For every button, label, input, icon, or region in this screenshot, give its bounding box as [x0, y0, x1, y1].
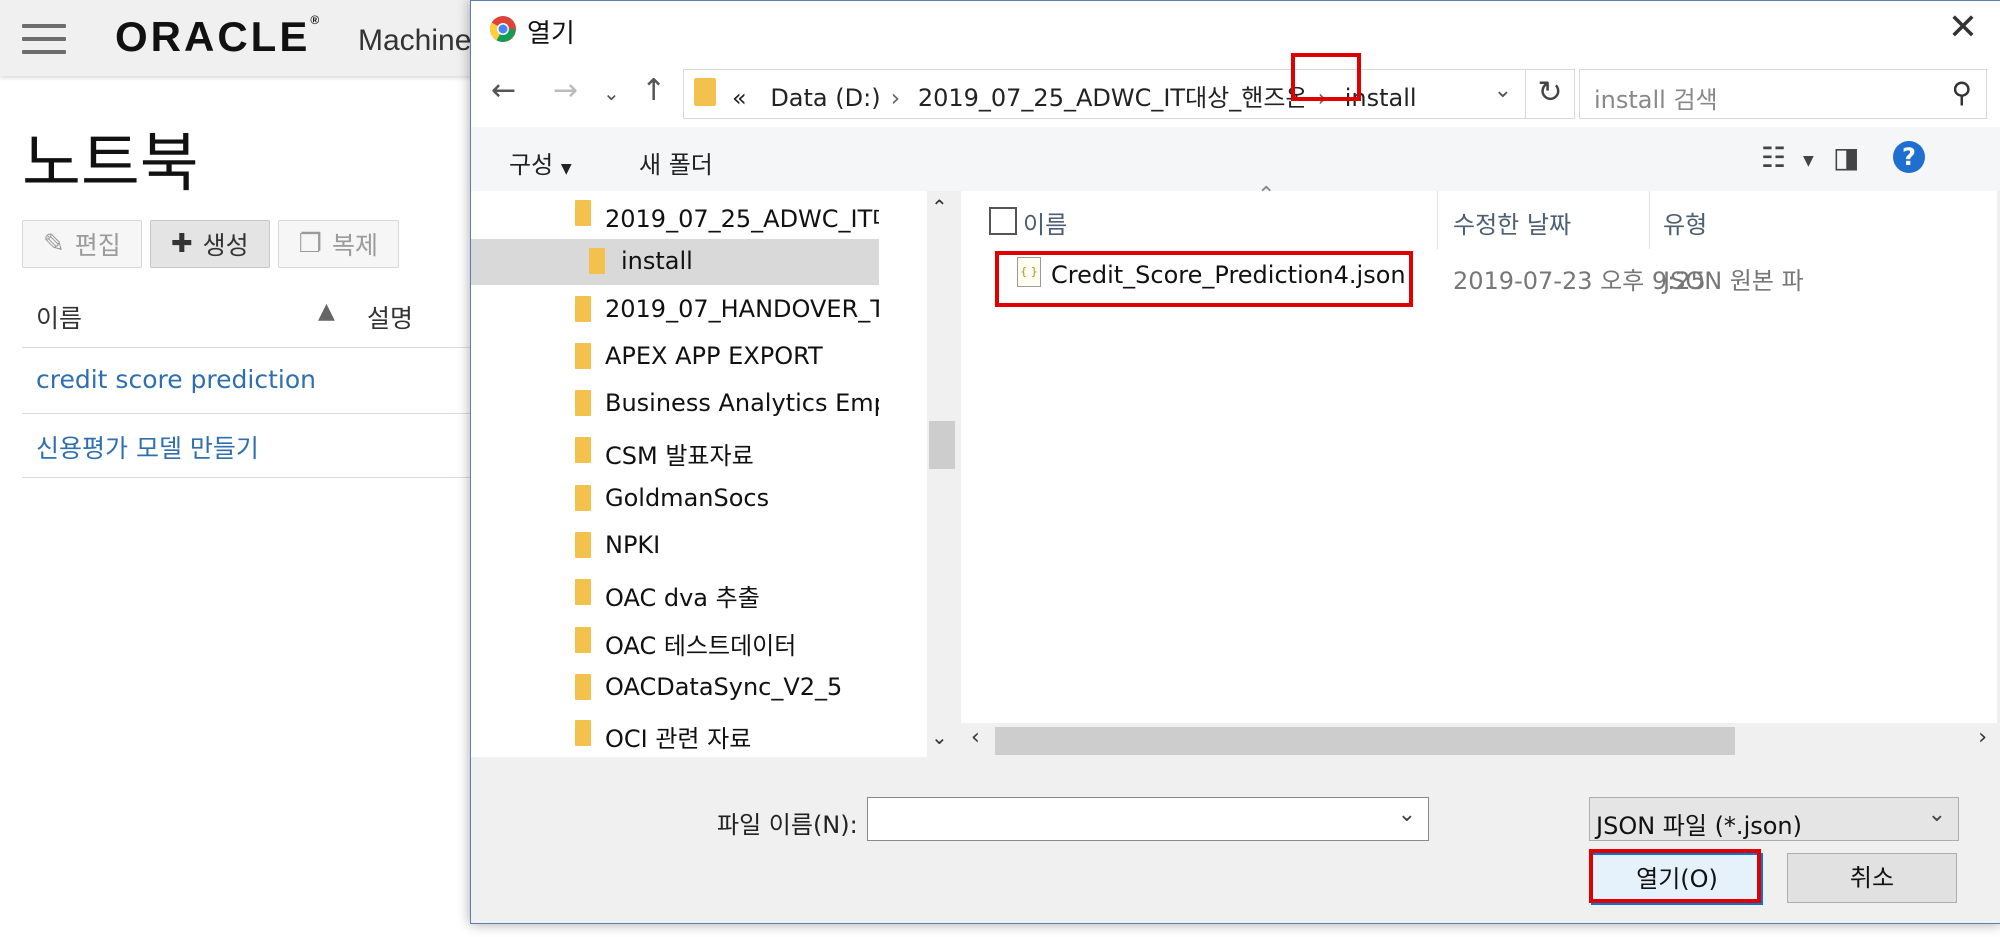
folder-icon: [575, 579, 591, 605]
scroll-down-icon[interactable]: ⌄: [931, 725, 948, 749]
page-title: 노트북: [22, 127, 199, 201]
recent-locations-chevron-icon[interactable]: ⌄: [603, 81, 620, 105]
tree-scrollbar[interactable]: ⌃ ⌄: [927, 191, 957, 757]
file-list: ⌃ 이름 수정한 날짜 유형 { } Credit_Score_Predicti…: [961, 183, 1997, 757]
chevron-down-icon[interactable]: ⌄: [1928, 802, 1946, 827]
install-highlight-box: [1291, 53, 1361, 101]
folder-icon: [575, 437, 591, 463]
breadcrumb-item-drive[interactable]: Data (D:): [770, 84, 880, 112]
view-options-caret-icon[interactable]: ▼: [1803, 153, 1814, 169]
column-header-description[interactable]: 설명: [367, 299, 413, 335]
tree-item[interactable]: 2019_07_HANDOVER_TEMPLA: [471, 287, 879, 333]
filename-input[interactable]: ⌄: [867, 797, 1429, 841]
tree-gap: [879, 191, 927, 757]
up-arrow-icon[interactable]: ↑: [641, 73, 666, 108]
file-type: JSON 원본 파: [1663, 267, 1804, 295]
scrollbar-thumb[interactable]: [929, 421, 955, 469]
refresh-icon[interactable]: ↻: [1525, 69, 1575, 119]
notebook-table-header: 이름 ▲ 설명: [22, 281, 472, 348]
tree-item[interactable]: OAC dva 추출: [471, 570, 879, 616]
breadcrumb-item-folder[interactable]: 2019_07_25_ADWC_IT대상_핸즈온: [918, 84, 1308, 112]
scroll-up-icon[interactable]: ⌃: [931, 195, 948, 219]
folder-icon: [575, 200, 591, 226]
new-folder-button[interactable]: 새 폴더: [639, 145, 713, 180]
breadcrumb-overflow[interactable]: «: [732, 84, 747, 112]
app-name: Machine: [358, 24, 472, 57]
folder-icon: [575, 296, 591, 322]
search-icon: ⚲: [1951, 76, 1972, 109]
help-icon[interactable]: ?: [1893, 141, 1925, 173]
file-highlight-box: [995, 251, 1413, 307]
folder-icon: [575, 485, 591, 511]
chevron-down-icon[interactable]: ⌄: [1398, 802, 1416, 827]
tree-item[interactable]: Business Analytics Employee I: [471, 381, 879, 427]
tree-item[interactable]: 2019_07_25_ADWC_IT대상_핸: [471, 191, 879, 237]
caret-down-icon: ▼: [560, 161, 572, 177]
pencil-icon: ✎: [43, 229, 65, 259]
chrome-icon: [489, 16, 516, 42]
tree-item[interactable]: CSM 발표자료: [471, 428, 879, 474]
folder-icon: [694, 78, 716, 106]
close-icon[interactable]: ✕: [1943, 7, 1983, 48]
cancel-button[interactable]: 취소: [1787, 853, 1957, 903]
horizontal-scrollbar[interactable]: ‹ ›: [961, 723, 1997, 757]
tree-item[interactable]: OAC 테스트데이터: [471, 618, 879, 664]
folder-icon: [575, 390, 591, 416]
plus-icon: ✚: [170, 229, 193, 259]
sort-caret-icon: ⌃: [1257, 183, 1276, 208]
column-header-name[interactable]: 이름: [36, 299, 82, 335]
tree-item[interactable]: OACDataSync_V2_5: [471, 665, 879, 711]
search-input[interactable]: install 검색 ⚲: [1579, 69, 1987, 119]
address-dropdown-icon[interactable]: ⌄: [1494, 78, 1512, 103]
tree-item[interactable]: NPKI: [471, 523, 879, 569]
copy-button[interactable]: ❐ 복제: [277, 220, 399, 268]
notebook-toolbar: ✎ 편집 ✚ 생성 ❐ 복제: [22, 220, 399, 270]
scroll-right-icon[interactable]: ›: [1978, 725, 1987, 750]
oracle-logo: ORACLE®: [115, 13, 323, 60]
folder-icon: [575, 674, 591, 700]
notebook-link[interactable]: 신용평가 모델 만들기: [36, 429, 259, 465]
back-arrow-icon[interactable]: ←: [491, 73, 516, 108]
view-details-icon[interactable]: ☷: [1761, 141, 1786, 174]
navigation-bar: ← → ⌄ ↑ « Data (D:) › 2019_07_25_ADWC_IT대…: [471, 53, 2000, 127]
copy-icon: ❐: [298, 229, 322, 259]
notebook-link[interactable]: credit score prediction: [36, 365, 316, 394]
column-divider[interactable]: [1437, 191, 1438, 249]
folder-icon: [575, 627, 591, 653]
edit-button[interactable]: ✎ 편집: [22, 220, 142, 268]
tree-item[interactable]: OCI 관련 자료: [471, 711, 879, 757]
filename-label: 파일 이름(N):: [717, 811, 858, 839]
folder-tree: 2019_07_25_ADWC_IT대상_핸 install 2019_07_H…: [471, 191, 879, 757]
folder-icon: [589, 248, 605, 274]
preview-pane-icon[interactable]: ◨: [1833, 141, 1859, 174]
address-bar[interactable]: « Data (D:) › 2019_07_25_ADWC_IT대상_핸즈온 › i…: [683, 69, 1527, 119]
select-all-checkbox[interactable]: [989, 207, 1017, 235]
search-placeholder: install 검색: [1594, 86, 1718, 114]
column-divider[interactable]: [1649, 191, 1650, 249]
open-highlight-box: [1589, 849, 1761, 903]
scroll-left-icon[interactable]: ‹: [971, 725, 980, 750]
dialog-titlebar: 열기 ✕: [471, 1, 2000, 57]
organize-button[interactable]: 구성 ▼: [509, 145, 572, 180]
tree-item-selected[interactable]: install: [471, 239, 879, 285]
notebook-row[interactable]: credit score prediction: [22, 349, 472, 414]
notebook-row[interactable]: 신용평가 모델 만들기: [22, 413, 472, 478]
command-bar: 구성 ▼ 새 폴더 ☷ ▼ ◨ ?: [471, 127, 2000, 191]
dialog-title: 열기: [527, 19, 575, 49]
scrollbar-thumb[interactable]: [995, 727, 1735, 755]
forward-arrow-icon[interactable]: →: [553, 73, 578, 108]
filetype-select[interactable]: JSON 파일 (*.json) ⌄: [1589, 797, 1959, 841]
tree-item[interactable]: GoldmanSocs: [471, 476, 879, 522]
open-file-dialog: 열기 ✕ ← → ⌄ ↑ « Data (D:) › 2019_07_25_ADW…: [470, 0, 2000, 924]
folder-icon: [575, 532, 591, 558]
chevron-right-icon[interactable]: ›: [891, 84, 901, 112]
folder-icon: [575, 720, 591, 746]
sort-ascending-icon[interactable]: ▲: [318, 299, 335, 324]
create-button[interactable]: ✚ 생성: [149, 220, 270, 268]
tree-item[interactable]: APEX APP EXPORT: [471, 334, 879, 380]
folder-icon: [575, 343, 591, 369]
hamburger-menu-icon[interactable]: [22, 24, 66, 54]
